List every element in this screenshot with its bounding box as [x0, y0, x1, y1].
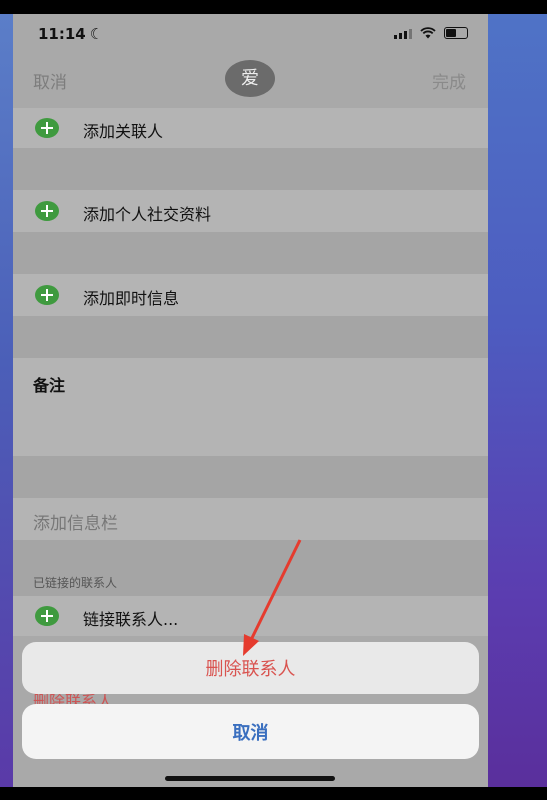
cancel-button[interactable]: 取消 [22, 704, 479, 759]
wallpaper-left [0, 14, 13, 787]
delete-contact-label: 删除联系人 [205, 659, 296, 680]
section-gap [13, 316, 488, 358]
add-icon [35, 201, 59, 221]
nav-done-button[interactable]: 完成 [432, 68, 466, 93]
add-icon [35, 606, 59, 626]
link-contact-row[interactable]: 链接联系人... [13, 596, 488, 636]
add-im-label: 添加即时信息 [83, 289, 180, 308]
linked-contacts-header: 已链接的联系人 [33, 576, 118, 590]
cancel-label: 取消 [232, 722, 269, 744]
delete-contact-button[interactable]: 删除联系人 [22, 642, 479, 694]
nav-cancel-button[interactable]: 取消 [33, 68, 67, 93]
linked-section-gap: 已链接的联系人 [13, 540, 488, 596]
add-field-label: 添加信息栏 [33, 514, 118, 534]
section-gap [13, 232, 488, 274]
add-social-label: 添加个人社交资料 [83, 205, 212, 224]
notes-label: 备注 [33, 376, 66, 395]
add-icon [35, 285, 59, 305]
status-time: 11:14 ☾ [38, 25, 103, 43]
status-bar: 11:14 ☾ [13, 14, 488, 58]
home-indicator [165, 776, 335, 781]
phone-screen: 11:14 ☾ 取消 爱 完成 添加关联人 添加个人社交资料 添加即时信息 备注… [13, 14, 488, 787]
add-field-row[interactable]: 添加信息栏 [13, 498, 488, 540]
moon-icon: ☾ [89, 25, 104, 43]
top-border [0, 0, 547, 14]
bottom-border [0, 787, 547, 800]
add-icon [35, 118, 59, 138]
section-gap [13, 148, 488, 190]
section-gap [13, 456, 488, 498]
avatar[interactable]: 爱 [225, 60, 275, 97]
add-related-label: 添加关联人 [83, 122, 164, 141]
add-social-row[interactable]: 添加个人社交资料 [13, 190, 488, 232]
wallpaper-right [488, 14, 547, 787]
signal-icon [394, 28, 412, 39]
system-icons [394, 27, 468, 39]
add-related-row[interactable]: 添加关联人 [13, 108, 488, 148]
add-im-row[interactable]: 添加即时信息 [13, 274, 488, 316]
wifi-icon [420, 27, 436, 39]
notes-field[interactable]: 备注 [13, 358, 488, 456]
time-text: 11:14 [38, 25, 86, 43]
battery-icon [444, 27, 468, 39]
link-contact-label: 链接联系人... [83, 610, 179, 629]
navigation-bar: 取消 爱 完成 [13, 58, 488, 108]
